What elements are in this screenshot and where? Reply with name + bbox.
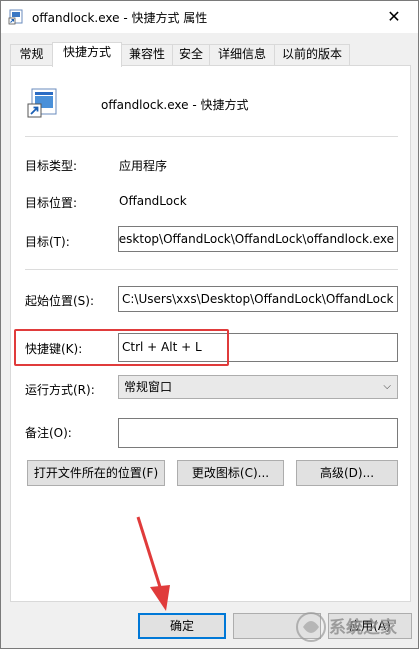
- run-select-value: 常规窗口: [124, 380, 173, 394]
- start-in-input[interactable]: C:\Users\xxs\Desktop\OffandLock\OffandLo…: [118, 286, 398, 312]
- tab-previous-versions[interactable]: 以前的版本: [274, 44, 350, 65]
- target-label: 目标(T):: [25, 235, 70, 249]
- target-location-value: OffandLock: [119, 194, 187, 208]
- tab-compatibility[interactable]: 兼容性: [121, 44, 173, 65]
- tab-general[interactable]: 常规: [10, 44, 53, 65]
- target-type-value: 应用程序: [119, 159, 168, 173]
- run-label: 运行方式(R):: [25, 383, 95, 397]
- pointer-arrow-annotation: [136, 516, 170, 611]
- start-in-label: 起始位置(S):: [25, 294, 95, 308]
- comment-input[interactable]: [118, 418, 398, 448]
- window-title: offandlock.exe - 快捷方式 属性: [32, 11, 208, 25]
- target-type-label: 目标类型:: [25, 159, 78, 173]
- shortcut-icon: [27, 88, 57, 118]
- target-input-text: esktop\OffandLock\OffandLock\offandlock.…: [118, 232, 394, 246]
- tab-security[interactable]: 安全: [172, 44, 210, 65]
- svg-text:系统之家: 系统之家: [329, 617, 397, 638]
- ok-button[interactable]: 确定: [138, 613, 226, 639]
- divider: [25, 269, 398, 270]
- tab-shortcut[interactable]: 快捷方式: [52, 42, 122, 67]
- chevron-down-icon: ⌵: [383, 381, 391, 392]
- properties-window: offandlock.exe - 快捷方式 属性 ✕ 常规 快捷方式 兼容性 安…: [0, 0, 419, 649]
- close-icon: ✕: [387, 7, 401, 26]
- close-button[interactable]: ✕: [371, 1, 417, 32]
- run-select[interactable]: 常规窗口 ⌵: [118, 375, 398, 399]
- watermark-logo: 系统之家: [296, 612, 397, 642]
- tab-details[interactable]: 详细信息: [209, 44, 275, 65]
- comment-label: 备注(O):: [25, 426, 72, 440]
- change-icon-button[interactable]: 更改图标(C)...: [177, 460, 284, 486]
- target-location-label: 目标位置:: [25, 196, 78, 210]
- shortcut-name: offandlock.exe - 快捷方式: [101, 98, 249, 112]
- hotkey-highlight-box: [14, 329, 229, 366]
- shortcut-icon: [8, 9, 23, 25]
- target-input[interactable]: esktop\OffandLock\OffandLock\offandlock.…: [118, 226, 398, 252]
- divider: [25, 136, 398, 137]
- advanced-button[interactable]: 高级(D)...: [296, 460, 398, 486]
- open-file-location-button[interactable]: 打开文件所在的位置(F): [27, 460, 165, 486]
- title-bar: offandlock.exe - 快捷方式 属性 ✕: [1, 1, 418, 33]
